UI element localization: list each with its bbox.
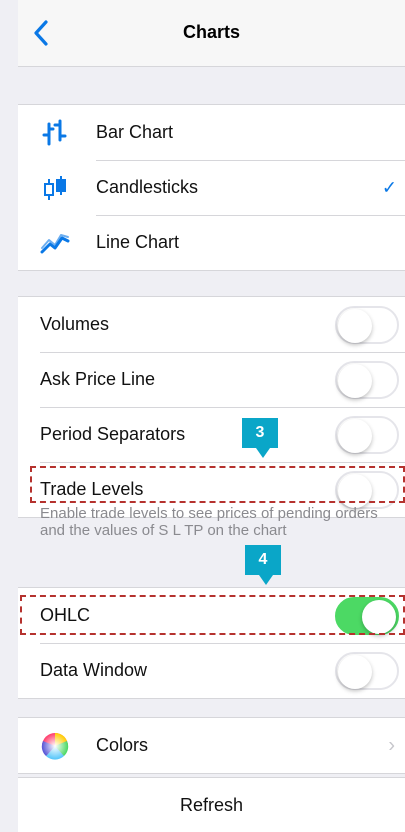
option-ask-price-line: Ask Price Line <box>18 352 405 407</box>
option-label: Volumes <box>40 314 110 334</box>
ask-price-line-toggle[interactable] <box>335 360 399 399</box>
candlesticks-icon <box>44 175 66 200</box>
option-label: Ask Price Line <box>40 369 156 389</box>
period-separators-toggle[interactable] <box>335 415 399 454</box>
chart-type-bar[interactable]: Bar Chart <box>18 105 405 160</box>
chart-type-label: Candlesticks <box>96 177 199 197</box>
ohlc-highlight <box>20 595 405 635</box>
checkmark-icon: ✓ <box>381 177 397 197</box>
trade-levels-description: Enable trade levels to see prices of pen… <box>40 505 378 539</box>
color-wheel-icon <box>41 732 69 760</box>
refresh-button[interactable]: Refresh <box>18 777 405 832</box>
line-chart-icon <box>40 233 70 253</box>
colors-label: Colors <box>96 735 149 755</box>
volumes-toggle[interactable] <box>335 305 399 344</box>
chevron-right-icon: › <box>388 734 395 756</box>
navigation-bar: Charts <box>18 0 405 67</box>
chart-type-label: Line Chart <box>96 232 180 252</box>
option-period-separators: Period Separators <box>18 407 405 462</box>
colors-group: Colors › <box>18 717 405 774</box>
option-data-window: Data Window <box>18 643 405 698</box>
annotation-badge-4: 4 <box>245 545 281 585</box>
trade-levels-highlight <box>30 466 405 503</box>
colors-row[interactable]: Colors › <box>18 718 405 773</box>
chart-type-label: Bar Chart <box>96 122 174 142</box>
chart-type-candlesticks[interactable]: Candlesticks ✓ <box>18 160 405 215</box>
option-label: Period Separators <box>40 424 186 444</box>
chart-type-line[interactable]: Line Chart <box>18 215 405 270</box>
annotation-badge-3: 3 <box>242 418 278 458</box>
data-window-toggle[interactable] <box>335 651 399 690</box>
option-label: Data Window <box>40 660 148 680</box>
option-volumes: Volumes <box>18 297 405 352</box>
bar-chart-icon <box>42 119 67 145</box>
chart-type-group: Bar Chart Candlesticks ✓ Line Chart <box>18 104 405 271</box>
page-title: Charts <box>182 22 240 42</box>
